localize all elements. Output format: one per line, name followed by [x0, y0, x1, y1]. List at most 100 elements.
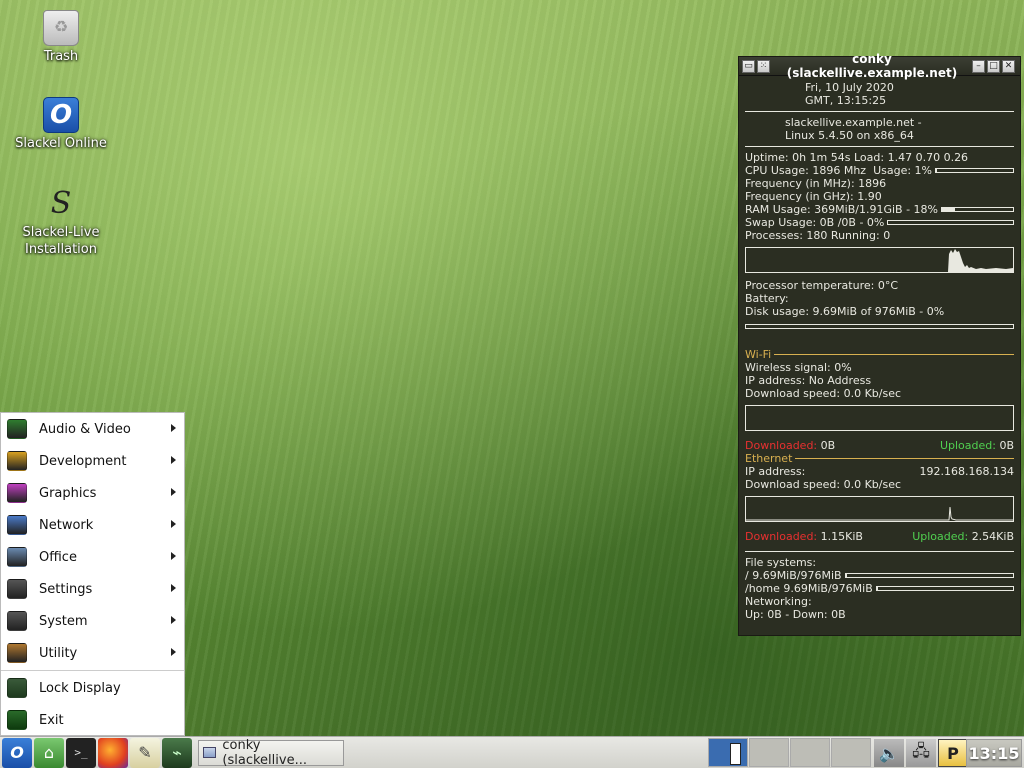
divider [1, 670, 184, 671]
workspace-1[interactable] [708, 738, 748, 767]
slackel-online-icon: O [43, 97, 79, 133]
sticky-icon[interactable]: ⁙ [757, 59, 770, 73]
lock-display-icon [7, 678, 27, 698]
cpu-usage-bar [935, 168, 1014, 173]
cpu-usage-bar-fill [936, 169, 937, 172]
menu-item-label: Graphics [39, 485, 97, 501]
workspace-3[interactable] [790, 738, 830, 767]
slackel-logo-icon: O [10, 743, 24, 762]
wifi-uploaded-label: Uploaded: [939, 439, 996, 452]
launcher-home[interactable]: ⌂ [34, 737, 64, 768]
swap-usage: Swap Usage: 0B /0B - 0% [745, 216, 885, 229]
office-icon [7, 547, 27, 567]
desktop-icon-label: Slackel Online [15, 136, 107, 151]
divider [795, 458, 1014, 459]
networking-header: Networking: [745, 595, 812, 608]
menu-item-lock-display[interactable]: Lock Display [1, 672, 184, 704]
taskbar-item-label: conky (slackellive... [222, 737, 307, 768]
ram-usage-bar [941, 207, 1014, 212]
package-updates-icon[interactable]: P [938, 739, 968, 767]
system-icon [7, 611, 27, 631]
submenu-arrow-icon [171, 488, 176, 496]
wireless-signal: Wireless signal: 0% [745, 361, 852, 374]
menu-item-exit[interactable]: Exit [1, 704, 184, 736]
ethernet-download-speed: Download speed: 0.0 Kb/sec [745, 478, 902, 491]
maximize-button[interactable]: □ [987, 59, 1000, 73]
menu-item-office[interactable]: Office [1, 541, 184, 573]
menu-item-label: Office [39, 549, 77, 565]
volume-icon[interactable]: 🔈 [874, 739, 904, 767]
menu-item-label: Lock Display [39, 680, 121, 696]
menu-item-settings[interactable]: Settings [1, 573, 184, 605]
time-line: GMT, 13:15:25 [805, 94, 887, 107]
ethernet-header: Ethernet [745, 452, 793, 465]
disk-usage-bar [745, 324, 1014, 329]
ram-usage-bar-fill [942, 208, 955, 211]
ethernet-uploaded-value: 2.54KiB [971, 530, 1014, 543]
ethernet-graph-line [746, 506, 1013, 521]
network-tray-icon[interactable]: 🖧 [906, 739, 936, 767]
networking-line: Up: 0B - Down: 0B [745, 608, 846, 621]
menu-item-graphics[interactable]: Graphics [1, 477, 184, 509]
graphics-icon [7, 483, 27, 503]
submenu-arrow-icon [171, 520, 176, 528]
menu-item-system[interactable]: System [1, 605, 184, 637]
development-icon [7, 451, 27, 471]
divider [745, 146, 1014, 147]
menu-item-network[interactable]: Network [1, 509, 184, 541]
swap-usage-bar [887, 220, 1014, 225]
desktop-icon-trash[interactable]: Trash [6, 10, 116, 65]
window-title: conky (slackellive.example.net) [786, 52, 958, 80]
desktop-icon-slackel-installer[interactable]: S Slackel-Live Installation [6, 186, 116, 258]
wifi-downloaded-value: 0B [820, 439, 836, 452]
workspace-2[interactable] [749, 738, 789, 767]
audio-video-icon [7, 419, 27, 439]
workspace-4[interactable] [831, 738, 871, 767]
slackel-installer-icon: S [50, 186, 72, 221]
file-systems-header: File systems: [745, 556, 817, 569]
fs-home-bar [875, 586, 1014, 591]
divider [774, 354, 1014, 355]
ethernet-downloaded-value: 1.15KiB [820, 530, 863, 543]
menu-item-label: Network [39, 517, 94, 533]
launcher-system-monitor[interactable]: ⌁ [162, 737, 192, 768]
desktop-icon-label: Trash [43, 49, 79, 64]
menu-item-label: System [39, 613, 88, 629]
date-line: Fri, 10 July 2020 [805, 81, 894, 94]
conky-titlebar[interactable]: ▭ ⁙ conky (slackellive.example.net) – □ … [739, 52, 1020, 80]
fs-root-bar-fill [845, 574, 848, 577]
menu-item-development[interactable]: Development [1, 445, 184, 477]
taskbar-item-conky[interactable]: conky (slackellive... [198, 737, 344, 768]
divider [745, 111, 1014, 112]
frequency-mhz: Frequency (in MHz): 1896 [745, 177, 887, 190]
cpu-usage-percent: Usage: 1% [873, 164, 933, 177]
desktop-icon-slackel-online[interactable]: O Slackel Online [6, 97, 116, 152]
launcher-firefox[interactable] [98, 737, 128, 768]
submenu-arrow-icon [171, 648, 176, 656]
divider [745, 551, 1014, 552]
menu-item-audio-video[interactable]: Audio & Video [1, 413, 184, 445]
uptime: Uptime: 0h 1m 54s [745, 151, 851, 164]
wifi-header: Wi-Fi [745, 348, 772, 361]
submenu-arrow-icon [171, 456, 176, 464]
menu-item-label: Development [39, 453, 127, 469]
exit-icon [7, 710, 27, 730]
cpu-graph [745, 247, 1014, 273]
start-menu-button[interactable]: O [2, 737, 32, 768]
window-menu-icon[interactable]: ▭ [742, 59, 755, 73]
window-icon [203, 747, 217, 758]
menu-item-label: Utility [39, 645, 78, 661]
utility-icon [7, 643, 27, 663]
network-icon [7, 515, 27, 535]
desktop-icon-label: Slackel-Live Installation [22, 225, 100, 257]
launcher-text-editor[interactable]: ✎ [130, 737, 160, 768]
minimize-button[interactable]: – [972, 59, 985, 73]
taskbar-clock[interactable]: 13:15 [966, 739, 1022, 767]
close-button[interactable]: ✕ [1002, 59, 1015, 73]
cpu-graph-line [948, 249, 1013, 272]
wifi-graph [745, 405, 1014, 431]
frequency-ghz: Frequency (in GHz): 1.90 [745, 190, 882, 203]
menu-item-label: Exit [39, 712, 64, 728]
launcher-terminal[interactable]: >_ [66, 737, 96, 768]
menu-item-utility[interactable]: Utility [1, 637, 184, 669]
